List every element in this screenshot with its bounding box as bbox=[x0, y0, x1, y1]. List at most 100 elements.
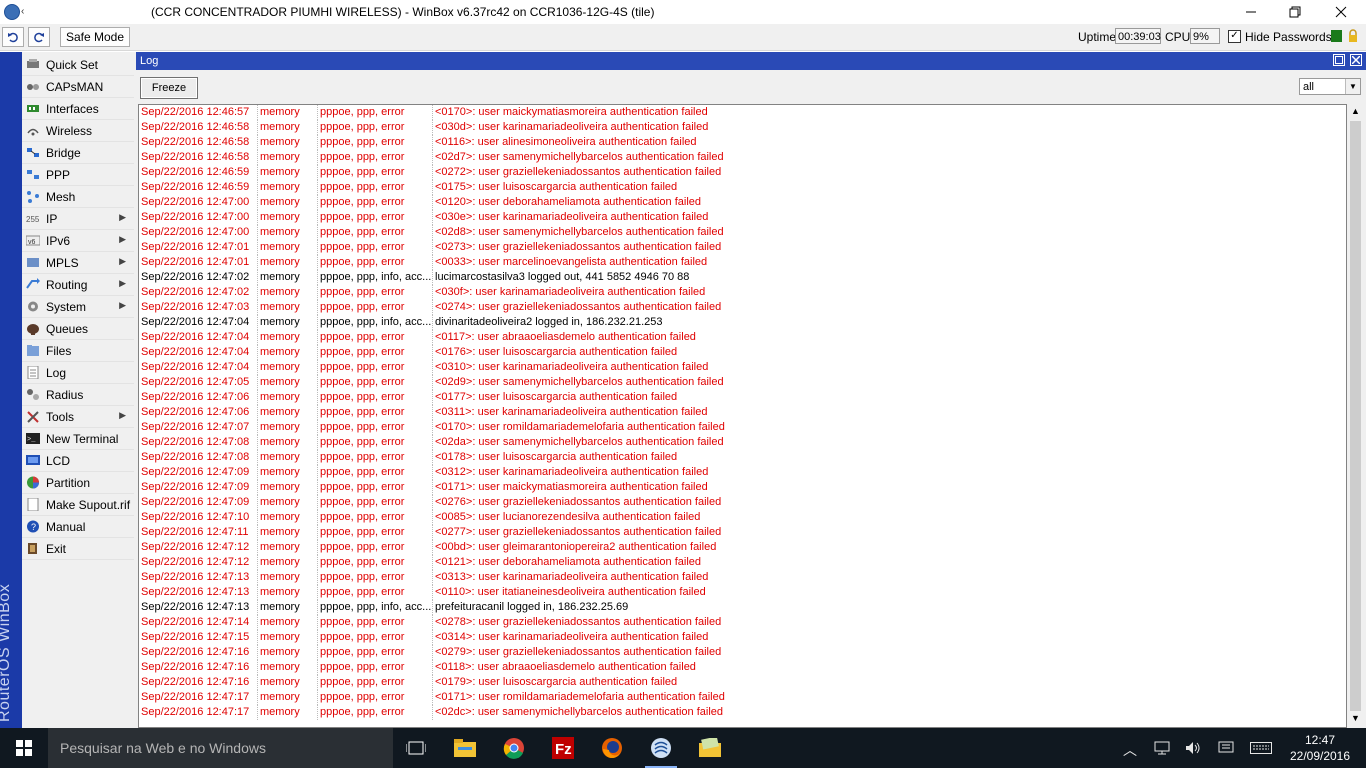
filezilla-icon: Fz bbox=[552, 737, 574, 759]
scroll-down-icon[interactable]: ▼ bbox=[1351, 713, 1360, 723]
log-row[interactable]: Sep/22/2016 12:47:16 memory pppoe, ppp, er… bbox=[139, 645, 1346, 660]
taskbar-winbox[interactable] bbox=[637, 728, 685, 768]
log-row[interactable]: Sep/22/2016 12:47:16 memory pppoe, ppp, er… bbox=[139, 660, 1346, 675]
taskbar-search[interactable]: Pesquisar na Web e no Windows bbox=[48, 728, 393, 768]
sidebar-item-routing[interactable]: Routing ▶ bbox=[22, 274, 134, 296]
freeze-button[interactable]: Freeze bbox=[140, 77, 198, 99]
sidebar-item-radius[interactable]: Radius bbox=[22, 384, 134, 406]
sidebar-item-ipv6[interactable]: v6 IPv6 ▶ bbox=[22, 230, 134, 252]
sidebar-item-mpls[interactable]: MPLS ▶ bbox=[22, 252, 134, 274]
winbox-app-icon[interactable] bbox=[4, 4, 20, 20]
task-view-button[interactable] bbox=[392, 728, 440, 768]
sidebar-item-ppp[interactable]: PPP bbox=[22, 164, 134, 186]
log-window-maximize-button[interactable] bbox=[1333, 54, 1345, 66]
tray-expand-icon[interactable]: ︿ bbox=[1123, 740, 1137, 760]
log-row[interactable]: Sep/22/2016 12:46:59 memory pppoe, ppp, er… bbox=[139, 180, 1346, 195]
taskbar-file-explorer[interactable] bbox=[441, 728, 489, 768]
log-row[interactable]: Sep/22/2016 12:47:09 memory pppoe, ppp, er… bbox=[139, 495, 1346, 510]
log-row[interactable]: Sep/22/2016 12:47:02 memory pppoe, ppp, in… bbox=[139, 270, 1346, 285]
volume-icon[interactable] bbox=[1185, 741, 1201, 755]
log-row[interactable]: Sep/22/2016 12:47:08 memory pppoe, ppp, er… bbox=[139, 450, 1346, 465]
sidebar-item-interfaces[interactable]: Interfaces bbox=[22, 98, 134, 120]
log-row[interactable]: Sep/22/2016 12:47:12 memory pppoe, ppp, er… bbox=[139, 555, 1346, 570]
log-row[interactable]: Sep/22/2016 12:47:01 memory pppoe, ppp, er… bbox=[139, 240, 1346, 255]
log-row[interactable]: Sep/22/2016 12:47:04 memory pppoe, ppp, er… bbox=[139, 330, 1346, 345]
log-row[interactable]: Sep/22/2016 12:47:04 memory pppoe, ppp, er… bbox=[139, 360, 1346, 375]
taskbar-clock[interactable]: 12:47 22/09/2016 bbox=[1280, 732, 1360, 764]
action-center-icon[interactable] bbox=[1218, 741, 1234, 755]
log-row[interactable]: Sep/22/2016 12:47:11 memory pppoe, ppp, er… bbox=[139, 525, 1346, 540]
log-row[interactable]: Sep/22/2016 12:47:17 memory pppoe, ppp, er… bbox=[139, 690, 1346, 705]
taskbar-filezilla[interactable]: Fz bbox=[539, 728, 587, 768]
log-list[interactable]: Sep/22/2016 12:46:57 memory pppoe, ppp, er… bbox=[138, 104, 1347, 728]
taskbar-firefox[interactable] bbox=[588, 728, 636, 768]
sidebar-item-exit[interactable]: Exit bbox=[22, 538, 134, 560]
sidebar-item-wireless[interactable]: Wireless bbox=[22, 120, 134, 142]
log-row[interactable]: Sep/22/2016 12:47:00 memory pppoe, ppp, er… bbox=[139, 225, 1346, 240]
minimize-button[interactable] bbox=[1228, 0, 1274, 24]
log-row[interactable]: Sep/22/2016 12:47:15 memory pppoe, ppp, er… bbox=[139, 630, 1346, 645]
log-row[interactable]: Sep/22/2016 12:46:58 memory pppoe, ppp, er… bbox=[139, 135, 1346, 150]
log-window-close-button[interactable] bbox=[1350, 54, 1362, 66]
log-row[interactable]: Sep/22/2016 12:47:00 memory pppoe, ppp, er… bbox=[139, 210, 1346, 225]
log-row[interactable]: Sep/22/2016 12:47:09 memory pppoe, ppp, er… bbox=[139, 465, 1346, 480]
log-row[interactable]: Sep/22/2016 12:47:06 memory pppoe, ppp, er… bbox=[139, 390, 1346, 405]
log-row[interactable]: Sep/22/2016 12:47:08 memory pppoe, ppp, er… bbox=[139, 435, 1346, 450]
sidebar-item-queues[interactable]: Queues bbox=[22, 318, 134, 340]
log-row[interactable]: Sep/22/2016 12:46:59 memory pppoe, ppp, er… bbox=[139, 165, 1346, 180]
log-row[interactable]: Sep/22/2016 12:47:13 memory pppoe, ppp, er… bbox=[139, 570, 1346, 585]
log-row[interactable]: Sep/22/2016 12:47:05 memory pppoe, ppp, er… bbox=[139, 375, 1346, 390]
log-row[interactable]: Sep/22/2016 12:47:00 memory pppoe, ppp, er… bbox=[139, 195, 1346, 210]
log-filter-select[interactable]: all ▼ bbox=[1299, 78, 1361, 95]
log-row[interactable]: Sep/22/2016 12:47:17 memory pppoe, ppp, er… bbox=[139, 705, 1346, 720]
sidebar-item-bridge[interactable]: Bridge bbox=[22, 142, 134, 164]
log-scrollbar[interactable]: ▲ ▼ bbox=[1348, 104, 1364, 728]
scrollbar-thumb[interactable] bbox=[1350, 121, 1361, 711]
log-row[interactable]: Sep/22/2016 12:47:10 memory pppoe, ppp, er… bbox=[139, 510, 1346, 525]
scroll-up-icon[interactable]: ▲ bbox=[1351, 106, 1360, 116]
sidebar-item-new-terminal[interactable]: >_ New Terminal bbox=[22, 428, 134, 450]
sidebar-item-make-supout[interactable]: Make Supout.rif bbox=[22, 494, 134, 516]
log-row[interactable]: Sep/22/2016 12:46:57 memory pppoe, ppp, er… bbox=[139, 105, 1346, 120]
log-row[interactable]: Sep/22/2016 12:47:01 memory pppoe, ppp, er… bbox=[139, 255, 1346, 270]
log-row[interactable]: Sep/22/2016 12:46:58 memory pppoe, ppp, er… bbox=[139, 120, 1346, 135]
log-row[interactable]: Sep/22/2016 12:47:04 memory pppoe, ppp, er… bbox=[139, 345, 1346, 360]
sidebar-item-log[interactable]: Log bbox=[22, 362, 134, 384]
sidebar-item-capsman[interactable]: CAPsMAN bbox=[22, 76, 134, 98]
close-button[interactable] bbox=[1318, 0, 1364, 24]
restore-button[interactable] bbox=[1272, 0, 1318, 24]
column-separator bbox=[257, 285, 259, 300]
log-row[interactable]: Sep/22/2016 12:47:16 memory pppoe, ppp, er… bbox=[139, 675, 1346, 690]
sidebar-item-partition[interactable]: Partition bbox=[22, 472, 134, 494]
dropdown-arrow-icon[interactable]: ▼ bbox=[1345, 79, 1360, 94]
log-window-titlebar[interactable]: Log bbox=[136, 52, 1366, 70]
taskbar-chrome[interactable] bbox=[490, 728, 538, 768]
log-row[interactable]: Sep/22/2016 12:46:58 memory pppoe, ppp, er… bbox=[139, 150, 1346, 165]
log-row[interactable]: Sep/22/2016 12:47:09 memory pppoe, ppp, er… bbox=[139, 480, 1346, 495]
log-row[interactable]: Sep/22/2016 12:47:14 memory pppoe, ppp, er… bbox=[139, 615, 1346, 630]
log-row[interactable]: Sep/22/2016 12:47:13 memory pppoe, ppp, in… bbox=[139, 600, 1346, 615]
sidebar-item-system[interactable]: System ▶ bbox=[22, 296, 134, 318]
sidebar-item-manual[interactable]: ? Manual bbox=[22, 516, 134, 538]
hide-passwords-checkbox[interactable]: ✓ bbox=[1228, 30, 1241, 43]
undo-button[interactable] bbox=[2, 27, 24, 47]
start-button[interactable] bbox=[0, 728, 48, 768]
sidebar-item-files[interactable]: Files bbox=[22, 340, 134, 362]
log-row[interactable]: Sep/22/2016 12:47:13 memory pppoe, ppp, er… bbox=[139, 585, 1346, 600]
redo-button[interactable] bbox=[28, 27, 50, 47]
log-row[interactable]: Sep/22/2016 12:47:12 memory pppoe, ppp, er… bbox=[139, 540, 1346, 555]
sidebar-item-ip[interactable]: 255 IP ▶ bbox=[22, 208, 134, 230]
sidebar-item-tools[interactable]: Tools ▶ bbox=[22, 406, 134, 428]
sidebar-item-quick-set[interactable]: Quick Set bbox=[22, 54, 134, 76]
safe-mode-button[interactable]: Safe Mode bbox=[60, 27, 130, 47]
log-row[interactable]: Sep/22/2016 12:47:04 memory pppoe, ppp, in… bbox=[139, 315, 1346, 330]
taskbar-folder[interactable] bbox=[686, 728, 734, 768]
network-icon[interactable] bbox=[1154, 741, 1170, 755]
log-row[interactable]: Sep/22/2016 12:47:07 memory pppoe, ppp, er… bbox=[139, 420, 1346, 435]
sidebar-item-lcd[interactable]: LCD bbox=[22, 450, 134, 472]
log-row[interactable]: Sep/22/2016 12:47:02 memory pppoe, ppp, er… bbox=[139, 285, 1346, 300]
log-row[interactable]: Sep/22/2016 12:47:06 memory pppoe, ppp, er… bbox=[139, 405, 1346, 420]
log-row[interactable]: Sep/22/2016 12:47:03 memory pppoe, ppp, er… bbox=[139, 300, 1346, 315]
sidebar-item-mesh[interactable]: Mesh bbox=[22, 186, 134, 208]
keyboard-icon[interactable] bbox=[1250, 742, 1272, 754]
